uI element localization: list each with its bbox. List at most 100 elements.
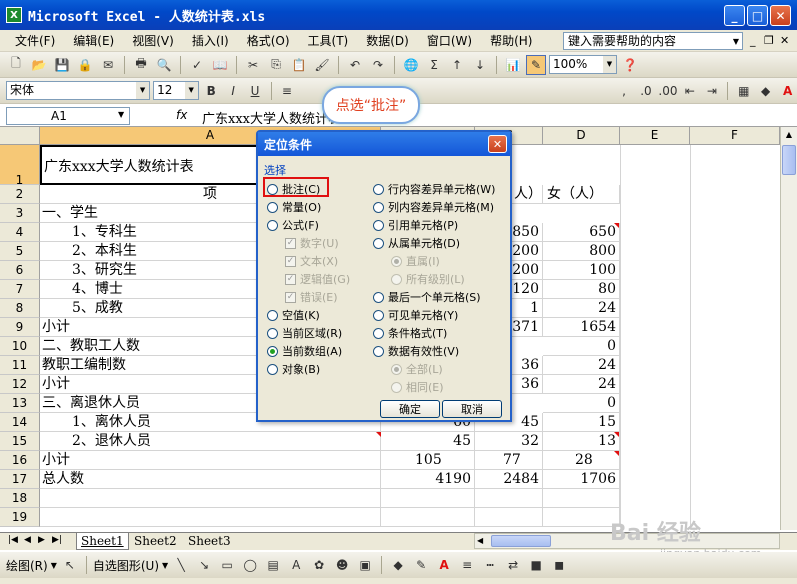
row-header[interactable]: 15: [0, 432, 40, 451]
picture-icon[interactable]: ▣: [355, 555, 375, 575]
cell-b16[interactable]: 105: [381, 451, 475, 470]
row-header[interactable]: 8: [0, 299, 40, 318]
align-left-icon[interactable]: ≡: [277, 81, 296, 101]
increase-decimal-icon[interactable]: .0: [636, 81, 655, 101]
decrease-decimal-icon[interactable]: .00: [658, 81, 677, 101]
row-header[interactable]: 19: [0, 508, 40, 527]
cell-d5[interactable]: 800: [543, 242, 620, 261]
row-header[interactable]: 7: [0, 280, 40, 299]
font-size-select[interactable]: 12 ▼: [153, 81, 199, 100]
option-constants[interactable]: 常量(O): [267, 199, 321, 215]
cell-d18[interactable]: [543, 489, 620, 508]
scroll-left-icon[interactable]: ◀: [477, 536, 483, 545]
cell-d4[interactable]: 650: [543, 223, 620, 242]
line-icon[interactable]: ╲: [171, 555, 191, 575]
bold-button[interactable]: B: [202, 81, 221, 101]
email-icon[interactable]: ✉: [98, 55, 118, 75]
name-box[interactable]: A1: [6, 107, 130, 125]
menu-view[interactable]: 视图(V): [123, 32, 183, 49]
cell-d8[interactable]: 24: [543, 299, 620, 318]
row-header[interactable]: 17: [0, 470, 40, 489]
new-icon[interactable]: 🗋: [6, 55, 26, 75]
cell-c19[interactable]: [475, 508, 543, 527]
doc-minimize-icon[interactable]: _: [750, 34, 756, 47]
cell-d6[interactable]: 100: [543, 261, 620, 280]
sort-desc-icon[interactable]: ↓: [470, 55, 490, 75]
permission-icon[interactable]: 🔒: [75, 55, 95, 75]
vertical-scroll-thumb[interactable]: [782, 145, 796, 175]
rectangle-icon[interactable]: ▭: [217, 555, 237, 575]
cell-d16[interactable]: 28: [543, 451, 620, 470]
col-header-f[interactable]: F: [690, 127, 780, 145]
cell-c18[interactable]: [475, 489, 543, 508]
font-color-icon[interactable]: A: [434, 555, 454, 575]
close-window-button[interactable]: ✕: [770, 5, 791, 26]
row-header[interactable]: 9: [0, 318, 40, 337]
menu-window[interactable]: 窗口(W): [418, 32, 481, 49]
hyperlink-icon[interactable]: 🌐: [401, 55, 421, 75]
cell-a15[interactable]: 2、退休人员: [40, 432, 381, 451]
copy-icon[interactable]: ⎘: [266, 55, 286, 75]
last-sheet-icon[interactable]: ▶|: [52, 535, 62, 545]
research-icon[interactable]: 📖: [210, 55, 230, 75]
redo-icon[interactable]: ↷: [368, 55, 388, 75]
cell-d13[interactable]: 0: [543, 394, 620, 413]
zoom-select[interactable]: 100% ▼: [549, 55, 617, 74]
option-data-validation[interactable]: 数据有效性(V): [373, 343, 459, 359]
menu-edit[interactable]: 编辑(E): [64, 32, 123, 49]
tab-sheet2[interactable]: Sheet2: [130, 533, 181, 550]
chevron-down-icon[interactable]: ▼: [730, 33, 742, 49]
save-icon[interactable]: 💾: [52, 55, 72, 75]
maximize-button[interactable]: □: [747, 5, 768, 26]
arrow-style-icon[interactable]: ⇄: [503, 555, 523, 575]
print-preview-icon[interactable]: 🔍: [154, 55, 174, 75]
cancel-button[interactable]: 取消: [442, 400, 502, 418]
select-all-corner[interactable]: [0, 127, 40, 145]
dialog-close-button[interactable]: ✕: [488, 135, 507, 153]
row-header[interactable]: 14: [0, 413, 40, 432]
cell-d19[interactable]: [543, 508, 620, 527]
cell-d14[interactable]: 15: [543, 413, 620, 432]
draw-menu-button[interactable]: 绘图(R): [6, 557, 48, 574]
tab-sheet1[interactable]: Sheet1: [76, 533, 129, 550]
fill-color-icon[interactable]: ◆: [388, 555, 408, 575]
textbox-icon[interactable]: ▤: [263, 555, 283, 575]
option-column-differences[interactable]: 列内容差异单元格(M): [373, 199, 494, 215]
doc-restore-icon[interactable]: ❐: [764, 34, 774, 47]
row-header[interactable]: 4: [0, 223, 40, 242]
help-search-input[interactable]: 键入需要帮助的内容: [563, 32, 743, 50]
autoshapes-menu-button[interactable]: 自选图形(U): [93, 557, 159, 574]
row-header[interactable]: 3: [0, 204, 40, 223]
next-sheet-icon[interactable]: ▶: [38, 535, 45, 545]
option-blanks[interactable]: 空值(K): [267, 307, 320, 323]
autosum-icon[interactable]: Σ: [424, 55, 444, 75]
sort-asc-icon[interactable]: ↑: [447, 55, 467, 75]
option-last-cell[interactable]: 最后一个单元格(S): [373, 289, 481, 305]
menu-data[interactable]: 数据(D): [357, 32, 418, 49]
cell-a16[interactable]: 小计: [40, 451, 381, 470]
doc-close-icon[interactable]: ✕: [780, 34, 789, 47]
undo-icon[interactable]: ↶: [345, 55, 365, 75]
paste-icon[interactable]: 📋: [289, 55, 309, 75]
dash-style-icon[interactable]: ┅: [480, 555, 500, 575]
chart-wizard-icon[interactable]: 📊: [503, 55, 523, 75]
option-visible-cells[interactable]: 可见单元格(Y): [373, 307, 458, 323]
fill-color-icon[interactable]: ◆: [756, 81, 775, 101]
decrease-indent-icon[interactable]: ⇤: [680, 81, 699, 101]
cell-a19[interactable]: [40, 508, 381, 527]
shadow-icon[interactable]: ■: [526, 555, 546, 575]
option-comments[interactable]: 批注(C): [267, 181, 320, 197]
fx-icon[interactable]: fx: [176, 108, 187, 122]
menu-format[interactable]: 格式(O): [238, 32, 299, 49]
cell-c17[interactable]: 2484: [475, 470, 543, 489]
menu-file[interactable]: 文件(F): [6, 32, 64, 49]
3d-icon[interactable]: ◼: [549, 555, 569, 575]
row-header[interactable]: 1: [0, 145, 40, 187]
clipart-icon[interactable]: ☻: [332, 555, 352, 575]
wordart-icon[interactable]: A: [286, 555, 306, 575]
option-objects[interactable]: 对象(B): [267, 361, 320, 377]
col-header-d[interactable]: D: [543, 127, 620, 145]
tab-sheet3[interactable]: Sheet3: [184, 533, 235, 550]
row-header[interactable]: 11: [0, 356, 40, 375]
menu-insert[interactable]: 插入(I): [183, 32, 238, 49]
